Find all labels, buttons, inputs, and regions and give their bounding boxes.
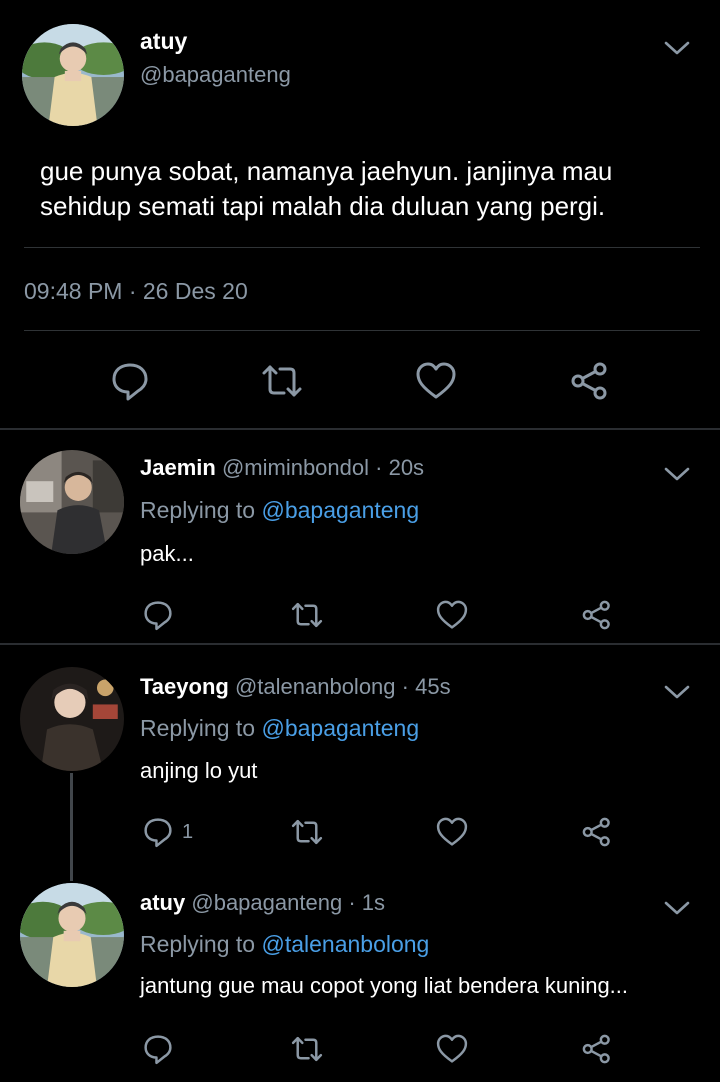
like-icon[interactable] [414, 359, 458, 403]
replying-to-label: Replying to [140, 931, 256, 957]
reply-header: atuy @bapaganteng · 1s [140, 890, 385, 916]
author-name[interactable]: atuy [140, 890, 185, 915]
reply-text: anjing lo yut [140, 758, 258, 783]
reply-count: 1 [182, 821, 194, 843]
reply-time: · 20s [375, 455, 425, 480]
reply-text: pak... [140, 541, 194, 566]
like-icon[interactable] [435, 598, 469, 632]
replying-to-label: Replying to [140, 497, 256, 523]
divider [0, 643, 720, 645]
share-icon[interactable] [580, 1032, 614, 1066]
avatar[interactable] [20, 450, 124, 554]
tweet-timestamp[interactable]: 09:48 PM · 26 Des 20 [24, 278, 248, 305]
author-handle[interactable]: @talenanbolong [235, 674, 396, 699]
avatar-photo-icon [22, 24, 124, 126]
avatar[interactable] [20, 883, 124, 987]
author-name[interactable]: Taeyong [140, 674, 229, 699]
reply-icon[interactable] [141, 815, 175, 849]
chevron-down-icon[interactable] [662, 464, 692, 484]
replying-to: Replying to @bapaganteng [140, 497, 419, 524]
avatar-photo-icon [20, 450, 124, 554]
avatar-photo-icon [20, 667, 124, 771]
author-name[interactable]: atuy [140, 28, 187, 55]
author-handle[interactable]: @miminbondol [222, 455, 369, 480]
chevron-down-icon[interactable] [662, 898, 692, 918]
divider [24, 330, 700, 331]
chevron-down-icon[interactable] [662, 38, 692, 58]
reply-text: jantung gue mau copot yong liat bendera … [140, 973, 629, 998]
reply-header: Taeyong @talenanbolong · 45s [140, 674, 451, 700]
retweet-icon[interactable] [290, 815, 324, 849]
share-icon[interactable] [580, 598, 614, 632]
author-handle[interactable]: @bapaganteng [140, 62, 291, 88]
replying-to-link[interactable]: @bapaganteng [261, 715, 419, 741]
avatar[interactable] [20, 667, 124, 771]
tweet-thread: atuy @bapaganteng gue punya sobat, naman… [0, 0, 720, 1082]
replying-to: Replying to @bapaganteng [140, 715, 419, 742]
divider [0, 428, 720, 430]
reply-icon[interactable] [141, 598, 175, 632]
reply-icon[interactable] [141, 1032, 175, 1066]
avatar-photo-icon [20, 883, 124, 987]
author-name[interactable]: Jaemin [140, 455, 216, 480]
reply-time: · 1s [348, 890, 385, 915]
author-handle[interactable]: @bapaganteng [191, 890, 342, 915]
replying-to-link[interactable]: @bapaganteng [261, 497, 419, 523]
retweet-icon[interactable] [290, 1032, 324, 1066]
tweet-text: gue punya sobat, namanya jaehyun. janjin… [40, 156, 613, 221]
reply-header: Jaemin @miminbondol · 20s [140, 455, 424, 481]
share-icon[interactable] [568, 359, 612, 403]
retweet-icon[interactable] [260, 359, 304, 403]
thread-connector [70, 773, 73, 881]
chevron-down-icon[interactable] [662, 682, 692, 702]
replying-to-link[interactable]: @talenanbolong [261, 931, 429, 957]
like-icon[interactable] [435, 1032, 469, 1066]
like-icon[interactable] [435, 815, 469, 849]
replying-to: Replying to @talenanbolong [140, 931, 429, 958]
retweet-icon[interactable] [290, 598, 324, 632]
reply-icon[interactable] [108, 359, 152, 403]
replying-to-label: Replying to [140, 715, 256, 741]
share-icon[interactable] [580, 815, 614, 849]
divider [24, 247, 700, 248]
avatar[interactable] [22, 24, 124, 126]
reply-time: · 45s [401, 674, 451, 699]
